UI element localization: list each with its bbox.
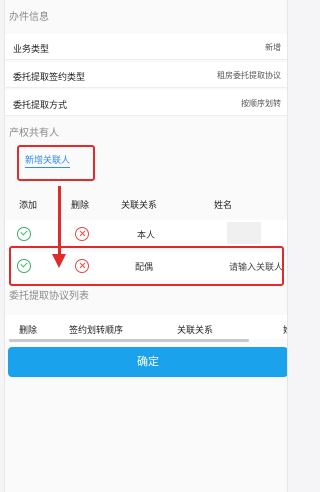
name-cell-redacted xyxy=(227,222,261,244)
col-delete: 删除 xyxy=(71,201,90,211)
arrow-line xyxy=(58,186,61,256)
highlight-box-row xyxy=(9,246,284,286)
info-value: 新增 xyxy=(265,43,281,52)
info-label: 委托提取签约类型 xyxy=(13,73,86,83)
add-relative-link[interactable]: 新增关联人 xyxy=(25,153,71,168)
check-circle-icon[interactable] xyxy=(17,227,31,241)
relation-cell: 本人 xyxy=(137,231,156,241)
info-value: 按顺序划转 xyxy=(241,99,281,108)
horizontal-scrollbar[interactable] xyxy=(9,339,249,342)
col-relation: 关联关系 xyxy=(177,326,214,336)
col-name: 姓名 xyxy=(214,201,233,211)
col-add: 添加 xyxy=(19,201,38,211)
table-row: 本人 xyxy=(5,220,287,248)
col-name: 姓 xyxy=(283,323,287,336)
arrow-down-icon xyxy=(52,254,66,268)
app-frame: 办件信息 业务类型 新增 委托提取签约类型 租房委托提取协议 委托提取方式 按顺… xyxy=(4,0,288,492)
confirm-button[interactable]: 确定 xyxy=(8,347,287,377)
col-order: 签约划转顺序 xyxy=(69,326,124,336)
protocol-table-header: 删除 签约划转顺序 关联关系 姓 xyxy=(5,315,287,339)
owner-table-header: 添加 删除 关联关系 姓名 xyxy=(5,190,287,216)
section-title-protocol: 委托提取协议列表 xyxy=(9,291,89,302)
info-label: 业务类型 xyxy=(13,45,50,55)
section-title-owner: 产权共有人 xyxy=(9,128,59,139)
col-delete: 删除 xyxy=(19,326,38,336)
info-row-business-type: 业务类型 新增 xyxy=(5,34,287,60)
info-value: 租房委托提取协议 xyxy=(217,71,281,80)
col-relation: 关联关系 xyxy=(121,201,158,211)
x-circle-icon[interactable] xyxy=(75,227,89,241)
info-label: 委托提取方式 xyxy=(13,101,68,111)
info-row-method: 委托提取方式 按顺序划转 xyxy=(5,90,287,116)
info-row-sign-type: 委托提取签约类型 租房委托提取协议 xyxy=(5,62,287,88)
section-title-info: 办件信息 xyxy=(9,12,49,23)
